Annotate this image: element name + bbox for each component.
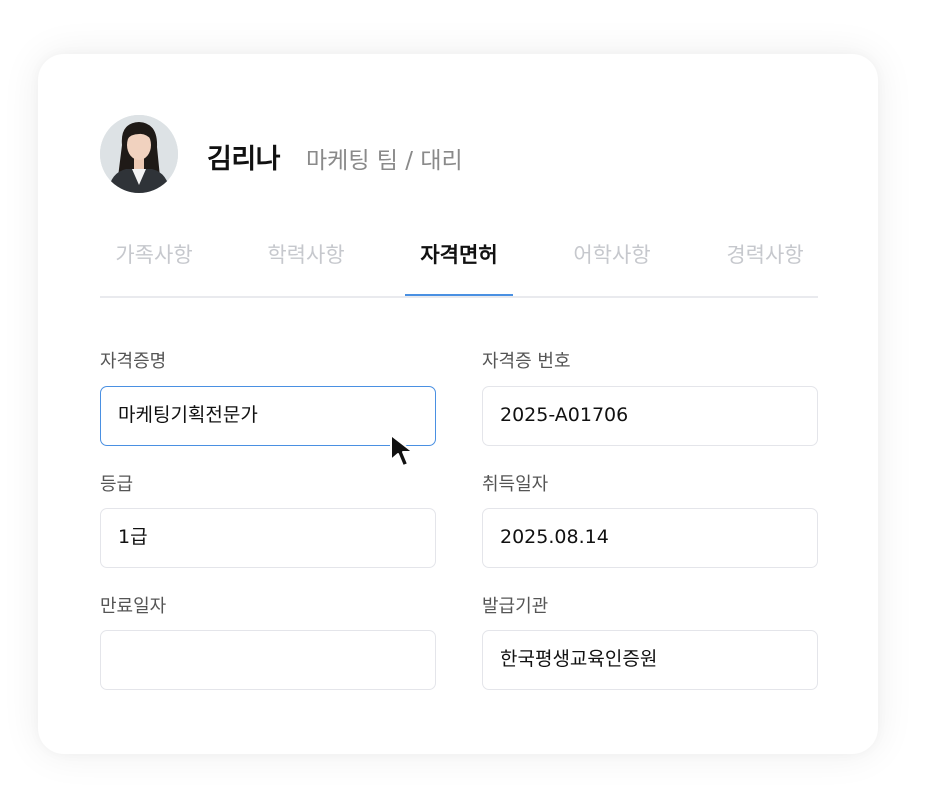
expiry-date-label: 만료일자 bbox=[100, 596, 167, 617]
acquired-date-label: 취득일자 bbox=[482, 474, 549, 495]
expiry-date-input[interactable] bbox=[100, 630, 436, 690]
cert-number-label: 자격증 번호 bbox=[482, 351, 571, 372]
active-tab-indicator bbox=[405, 294, 513, 296]
cert-number-input[interactable]: 2025-A01706 bbox=[482, 386, 818, 446]
tab-certificates[interactable]: 자격면허 bbox=[405, 239, 513, 269]
tab-languages[interactable]: 어학사항 bbox=[558, 239, 666, 269]
tab-bar: 가족사항 학력사항 자격면허 어학사항 경력사항 bbox=[100, 232, 818, 298]
cert-name-label: 자격증명 bbox=[100, 351, 167, 372]
acquired-date-input[interactable]: 2025.08.14 bbox=[482, 508, 818, 568]
avatar bbox=[100, 115, 178, 193]
profile-name: 김리나 bbox=[207, 144, 281, 175]
issuer-input[interactable]: 한국평생교육인증원 bbox=[482, 630, 818, 690]
tab-family[interactable]: 가족사항 bbox=[100, 239, 208, 269]
grade-label: 등급 bbox=[100, 474, 134, 495]
cert-name-input[interactable]: 마케팅기획전문가 bbox=[100, 386, 436, 446]
grade-input[interactable]: 1급 bbox=[100, 508, 436, 568]
profile-department: 마케팅 팀 / 대리 bbox=[306, 148, 463, 174]
tab-education[interactable]: 학력사항 bbox=[252, 239, 360, 269]
issuer-label: 발급기관 bbox=[482, 596, 549, 617]
tab-career[interactable]: 경력사항 bbox=[711, 239, 819, 269]
